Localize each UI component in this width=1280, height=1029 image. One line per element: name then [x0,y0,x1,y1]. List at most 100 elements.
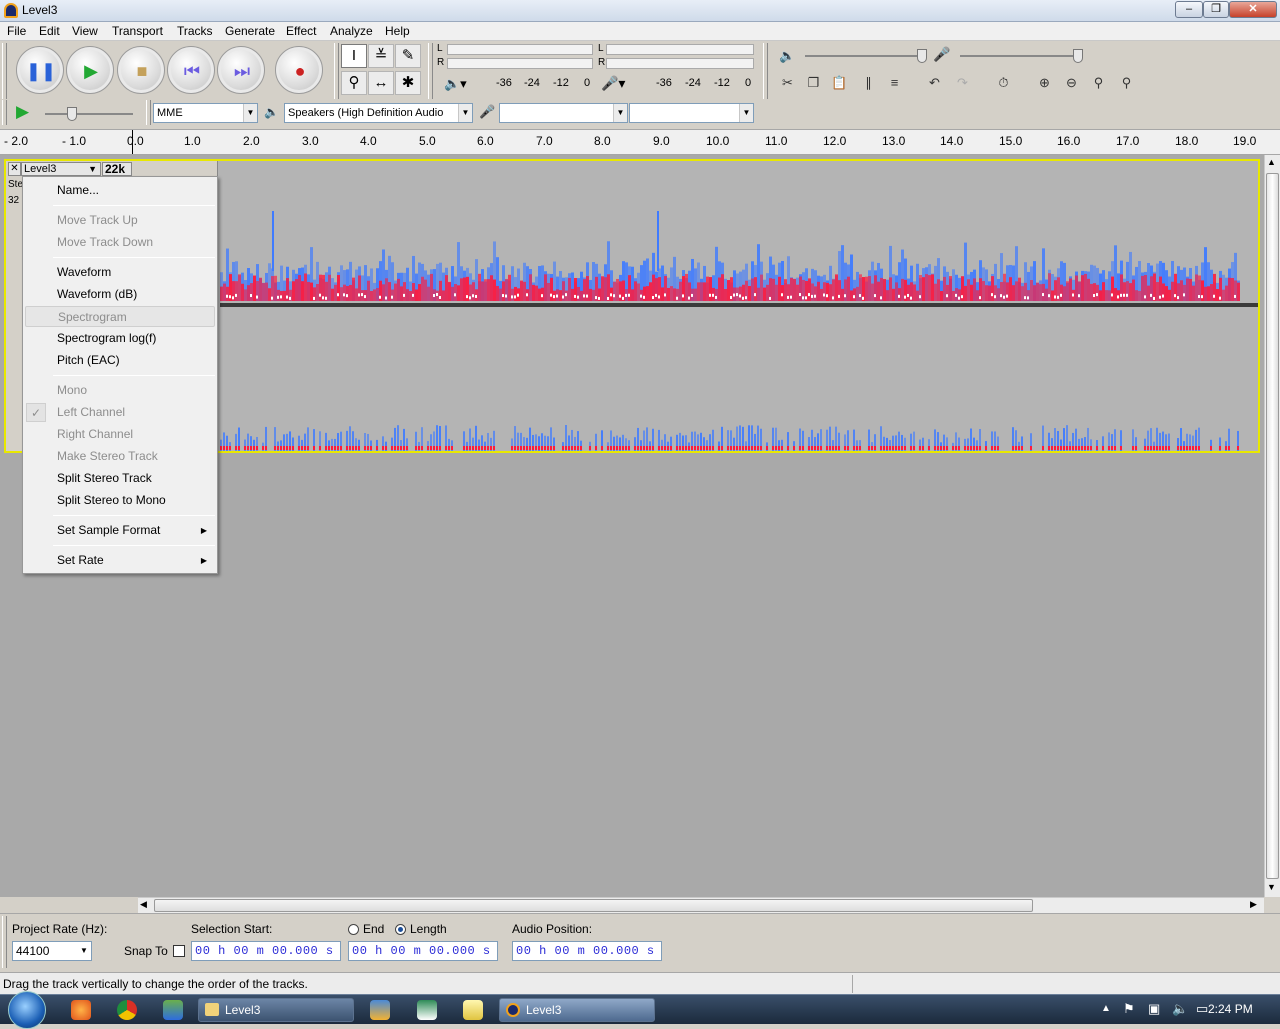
maximize-button[interactable]: ❐ [1203,1,1229,18]
track-name-button[interactable]: Level3 ▼ [21,162,101,176]
copy-icon[interactable]: ❐ [801,72,826,96]
menu-view[interactable]: View [72,24,98,38]
menu-analyze[interactable]: Analyze [330,24,373,38]
toolbar-grip[interactable] [2,916,7,968]
scroll-right-icon[interactable]: ▶ [1250,899,1257,910]
fit-selection-icon[interactable]: ⚲ [1086,72,1111,96]
microphone-meter-icon[interactable]: 🎤▾ [601,75,625,92]
silence-icon[interactable]: ≡ [882,72,907,96]
menu-file[interactable]: File [7,24,26,38]
multi-tool-icon[interactable]: ✱ [395,71,421,95]
redo-icon[interactable]: ↷ [950,72,975,96]
selection-tool-icon[interactable]: I [341,44,367,68]
input-volume-slider[interactable] [960,55,1080,57]
menu-item-waveform[interactable]: Waveform [25,262,215,283]
menu-item-waveform-db[interactable]: Waveform (dB) [25,284,215,305]
skip-end-button[interactable]: ⏭ [217,46,265,94]
minimize-button[interactable]: – [1175,1,1203,18]
play-speed-thumb[interactable] [67,107,77,121]
network-icon[interactable]: ▣ [1148,1001,1160,1017]
cut-icon[interactable]: ✂ [775,72,800,96]
menu-item-pitch-eac[interactable]: Pitch (EAC) [25,350,215,371]
fit-project-icon[interactable]: ⚲ [1114,72,1139,96]
menu-tracks[interactable]: Tracks [177,24,213,38]
close-window-button[interactable]: ✕ [1229,1,1277,18]
toolbar-grip[interactable] [428,43,433,99]
toolbar-grip[interactable] [2,100,7,125]
skip-start-button[interactable]: ⏮ [167,46,215,94]
sync-lock-icon[interactable]: ⏱ [991,72,1016,96]
output-volume-thumb[interactable] [917,49,927,63]
notepad-icon[interactable] [463,1000,483,1020]
power-icon[interactable]: ▭ [1196,1001,1208,1017]
menu-item-set-rate-row[interactable]: Set Rate ▶ [25,550,215,571]
firefox-icon[interactable] [71,1000,91,1020]
envelope-tool-icon[interactable]: ≚ [368,44,394,68]
length-radio[interactable] [395,924,406,935]
zoom-tool-icon[interactable]: ⚲ [341,71,367,95]
scroll-left-icon[interactable]: ◀ [140,899,147,910]
excel-icon[interactable] [417,1000,437,1020]
app-icon[interactable] [370,1000,390,1020]
timeline-ruler[interactable]: - 2.0 - 1.0 0.0 1.0 2.0 3.0 4.0 5.0 6.0 … [0,129,1280,155]
app-icon[interactable] [163,1000,183,1020]
speaker-meter-icon[interactable]: 🔈▾ [444,76,467,92]
paste-icon[interactable]: 📋 [827,72,852,96]
input-volume-thumb[interactable] [1073,49,1083,63]
draw-tool-icon[interactable]: ✎ [395,44,421,68]
show-hidden-icons-icon[interactable]: ▲ [1101,1003,1111,1014]
horizontal-scroll-thumb[interactable] [154,899,1033,912]
timeshift-tool-icon[interactable]: ↔ [368,71,394,95]
close-track-icon[interactable]: ✕ [8,162,21,176]
zoom-in-icon[interactable]: ⊕ [1032,72,1057,96]
snap-to-checkbox[interactable] [173,945,185,957]
horizontal-scrollbar[interactable]: ◀ ▶ [138,897,1264,913]
selection-length-field[interactable]: 00 h 00 m 00.000 s [348,941,498,961]
end-radio[interactable] [348,924,359,935]
output-device-select[interactable]: Speakers (High Definition Audio ▼ [284,103,473,123]
play-speed-slider[interactable] [45,113,133,115]
audio-position-field[interactable]: 00 h 00 m 00.000 s [512,941,662,961]
chrome-icon[interactable] [117,1000,137,1020]
audio-host-select[interactable]: MME ▼ [153,103,258,123]
scroll-down-icon[interactable]: ▼ [1267,882,1276,892]
start-button[interactable] [8,991,46,1029]
play-button[interactable]: ▶ [66,46,114,94]
toolbar-grip[interactable] [2,43,7,99]
stop-button[interactable]: ■ [117,46,165,94]
action-center-icon[interactable]: ⚑ [1123,1001,1135,1017]
menu-item-spectrogram[interactable]: Spectrogram [25,306,215,327]
undo-icon[interactable]: ↶ [922,72,947,96]
zoom-out-icon[interactable]: ⊖ [1059,72,1084,96]
vertical-scroll-thumb[interactable] [1266,173,1279,879]
taskbar-button-folder[interactable]: Level3 [198,998,354,1022]
toolbar-grip[interactable] [334,43,339,99]
menu-edit[interactable]: Edit [39,24,60,38]
scroll-up-icon[interactable]: ▲ [1267,157,1276,167]
vertical-scrollbar[interactable]: ▲ ▼ [1264,155,1280,897]
playhead-marker[interactable] [132,130,133,154]
menu-effect[interactable]: Effect [286,24,316,38]
spectrogram-left-channel[interactable] [220,161,1256,303]
menu-item-spectrogram-log[interactable]: Spectrogram log(f) [25,328,215,349]
input-channels-select[interactable]: ▼ [629,103,754,123]
spectrogram-right-channel[interactable] [220,307,1256,451]
toolbar-grip[interactable] [763,43,768,99]
menu-item-name[interactable]: Name... [25,180,215,201]
menu-generate[interactable]: Generate [225,24,275,38]
clock[interactable]: 2:24 PM [1208,1002,1253,1016]
volume-icon[interactable]: 🔈 [1172,1001,1188,1017]
record-button[interactable]: ● [275,46,323,94]
menu-item-split-stereo-track[interactable]: Split Stereo Track [25,468,215,489]
pause-button[interactable]: ❚❚ [16,46,64,94]
taskbar-button-audacity[interactable]: Level3 [499,998,655,1022]
input-device-select[interactable]: ▼ [499,103,628,123]
menu-help[interactable]: Help [385,24,410,38]
project-rate-select[interactable]: 44100 ▼ [12,941,92,961]
menu-item-set-sample-format-row[interactable]: Set Sample Format ▶ [25,520,215,541]
play-at-speed-icon[interactable]: ▶ [16,102,29,122]
selection-start-field[interactable]: 00 h 00 m 00.000 s [191,941,341,961]
toolbar-grip[interactable] [146,100,151,125]
menu-transport[interactable]: Transport [112,24,163,38]
menu-item-split-stereo-to-mono[interactable]: Split Stereo to Mono [25,490,215,511]
